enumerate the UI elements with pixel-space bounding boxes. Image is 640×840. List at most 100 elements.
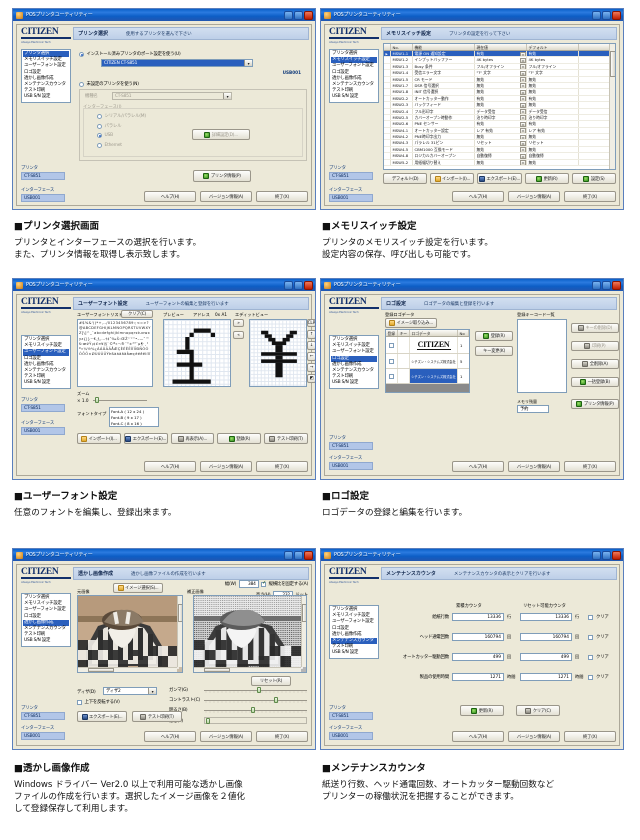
maximize-icon[interactable] xyxy=(602,280,611,290)
register-button[interactable]: 登録(R) xyxy=(217,433,262,444)
scroll-thumb[interactable] xyxy=(302,604,306,622)
chevron-down-icon[interactable]: ▾ xyxy=(520,160,526,166)
minimize-icon[interactable] xyxy=(592,550,601,560)
close-icon[interactable] xyxy=(612,10,621,20)
scroll-thumb[interactable] xyxy=(204,668,230,672)
footer-buttons[interactable]: ヘルプ(H) バージョン情報(A) 終了(X) xyxy=(452,191,616,202)
scroll-thumb[interactable] xyxy=(610,51,615,77)
sidebar-item-user-font[interactable]: ユーザーフォント設定 xyxy=(23,349,69,356)
close-icon[interactable] xyxy=(304,280,313,290)
window-controls[interactable] xyxy=(284,550,313,560)
exit-button[interactable]: 終了(X) xyxy=(256,461,308,472)
chevron-down-icon[interactable]: ▾ xyxy=(520,77,526,82)
shift-down-button[interactable]: ↓ xyxy=(307,341,315,350)
version-button[interactable]: バージョン情報(A) xyxy=(200,461,252,472)
flip-row[interactable]: 上下を反転する(V) xyxy=(77,699,120,705)
shift-up-button[interactable]: ↑ xyxy=(307,330,315,339)
user-font-list[interactable]: #$%&'()*+,-./0123456789:;<=>?@ABCDEFGHIJ… xyxy=(77,319,153,387)
minimize-icon[interactable] xyxy=(284,550,293,560)
iface-opt-0[interactable]: シリアル/パラレル(M) xyxy=(97,113,146,119)
logo-table[interactable]: 登録 キー ロゴデータ No CITIZEN 1 シチズン・システムズ株式会社 … xyxy=(385,329,470,393)
help-button[interactable]: ヘルプ(H) xyxy=(452,461,504,472)
sidebar-item-user-font[interactable]: ユーザーフォント設定 xyxy=(331,619,377,625)
help-button[interactable]: ヘルプ(H) xyxy=(452,731,504,742)
userfont-buttons[interactable]: インポート(I)... エクスポート(E)... 再表示(A)... 登録(R) xyxy=(77,433,308,444)
version-button[interactable]: バージョン情報(A) xyxy=(508,461,560,472)
table-row[interactable]: MSW5-2 用紙幅切り替え 無効 ▾ 無効 xyxy=(384,159,615,167)
footer-buttons[interactable]: ヘルプ(H) バージョン情報(A) 終了(X) xyxy=(452,731,616,742)
minimize-icon[interactable] xyxy=(284,10,293,20)
source-photo[interactable] xyxy=(77,595,183,673)
close-icon[interactable] xyxy=(612,550,621,560)
clear-checkbox[interactable] xyxy=(588,614,593,620)
footer-buttons[interactable]: ヘルプ(H) バージョン情報(A) 終了(X) xyxy=(144,731,308,742)
zoom-slider[interactable] xyxy=(93,397,147,403)
scroll-thumb[interactable] xyxy=(178,604,182,622)
chevron-down-icon[interactable]: ▾ xyxy=(520,89,526,95)
chevron-down-icon[interactable]: ▾ xyxy=(520,128,526,134)
radio-unconfigured[interactable] xyxy=(79,81,84,87)
invert-button[interactable]: ◩ xyxy=(307,374,315,383)
footer-buttons[interactable]: ヘルプ(H) バージョン情報(A) 終了(X) xyxy=(452,461,616,472)
register-button[interactable]: 登録(R) xyxy=(475,331,513,341)
memswitch-table[interactable]: No. 機能 現在値 デフォルト ▶ MSW1-1 電源 ON 通知設定 有効 ▾ 有効 M… xyxy=(383,43,616,170)
window-controls[interactable] xyxy=(284,280,313,290)
exit-button[interactable]: 終了(X) xyxy=(256,731,308,742)
gamma-slider[interactable] xyxy=(203,687,307,693)
photo-hscrollbar[interactable] xyxy=(78,667,177,672)
radio-installed[interactable] xyxy=(79,51,84,57)
photo-vscrollbar[interactable] xyxy=(301,596,306,667)
clear-checkbox[interactable] xyxy=(588,654,593,660)
chevron-down-icon[interactable]: ▾ xyxy=(520,57,526,63)
shift-left-button[interactable]: ← xyxy=(307,352,315,361)
window-controls[interactable] xyxy=(592,550,621,560)
print-button[interactable]: 印刷(P) xyxy=(571,341,619,351)
density-slider[interactable] xyxy=(203,717,307,724)
window-controls[interactable] xyxy=(284,10,313,20)
reload-button[interactable]: 再表示(A)... xyxy=(170,433,215,444)
scroll-thumb[interactable] xyxy=(88,668,114,672)
clear-checkbox[interactable] xyxy=(588,674,593,680)
help-button[interactable]: ヘルプ(H) xyxy=(144,731,196,742)
chevron-down-icon[interactable]: ▾ xyxy=(520,64,526,70)
row-checkbox[interactable] xyxy=(389,358,394,364)
nav-list[interactable]: プリンタ選択 メモリスイッチ設定 ユーザーフォント設定 ロゴ設定 透かし画像作成… xyxy=(329,605,379,659)
glyph-editor[interactable] xyxy=(249,319,307,387)
title-bar[interactable]: POSプリンタユーティリティー xyxy=(321,279,623,291)
help-button[interactable]: ヘルプ(H) xyxy=(144,191,196,202)
chevron-down-icon[interactable]: ▾ xyxy=(520,109,526,114)
key-delete-button[interactable]: キーの削除(D) xyxy=(571,323,619,333)
minimize-icon[interactable] xyxy=(592,280,601,290)
clear-checkbox[interactable] xyxy=(588,634,593,640)
table-row[interactable]: シチズン・システムズ株式会社 5 xyxy=(386,354,469,369)
slider-knob[interactable] xyxy=(205,718,210,724)
table-row[interactable]: CITIZEN 1 xyxy=(386,337,469,354)
apply-button[interactable]: 設定(S) xyxy=(571,173,617,184)
slider-knob[interactable] xyxy=(251,707,256,713)
dither-combo[interactable]: ディザ2 ▾ xyxy=(103,687,157,695)
sidebar-item-usb-sn[interactable]: USB S/N 設定 xyxy=(23,380,69,386)
maximize-icon[interactable] xyxy=(294,10,303,20)
exit-button[interactable]: 終了(X) xyxy=(564,191,616,202)
sidebar-item-usb-sn[interactable]: USB S/N 設定 xyxy=(331,94,377,100)
fonttype-option-c[interactable]: Font-C ( 8 x 16 ) xyxy=(111,421,157,427)
chevron-down-icon[interactable]: ▾ xyxy=(520,83,526,89)
chevron-down-icon[interactable]: ▾ xyxy=(520,153,526,159)
iface-opt-1[interactable]: パラレル xyxy=(97,123,121,129)
testprint-button[interactable]: テスト印刷(T) xyxy=(132,711,182,722)
contrast-slider[interactable] xyxy=(203,697,307,703)
sidebar-item-usb-sn[interactable]: USB S/N 設定 xyxy=(23,94,69,100)
keycode-list[interactable] xyxy=(517,319,567,393)
exit-button[interactable]: 終了(X) xyxy=(564,461,616,472)
reset-button[interactable]: リセット(R) xyxy=(251,676,291,686)
nav-list[interactable]: プリンタ選択 メモリスイッチ設定 ユーザーフォント設定 ロゴ設定 透かし画像作成… xyxy=(21,335,71,389)
watermark-buttons[interactable]: エクスポート(E)... テスト印刷(T) xyxy=(77,711,182,722)
sidebar-item-user-font[interactable]: ユーザーフォント設定 xyxy=(23,607,69,613)
maint-buttons[interactable]: 更新(R) クリア(C) xyxy=(460,705,560,716)
footer-buttons[interactable]: ヘルプ(H) バージョン情報(A) 終了(X) xyxy=(144,461,308,472)
sidebar-item-usb-sn[interactable]: USB S/N 設定 xyxy=(331,650,377,656)
title-bar[interactable]: POSプリンタユーティリティー xyxy=(13,9,315,21)
row-checkbox[interactable] xyxy=(389,373,394,379)
close-icon[interactable] xyxy=(304,10,313,20)
nav-list[interactable]: プリンタ選択 メモリスイッチ設定 ユーザーフォント設定 ロゴ設定 透かし画像作成… xyxy=(21,593,71,647)
